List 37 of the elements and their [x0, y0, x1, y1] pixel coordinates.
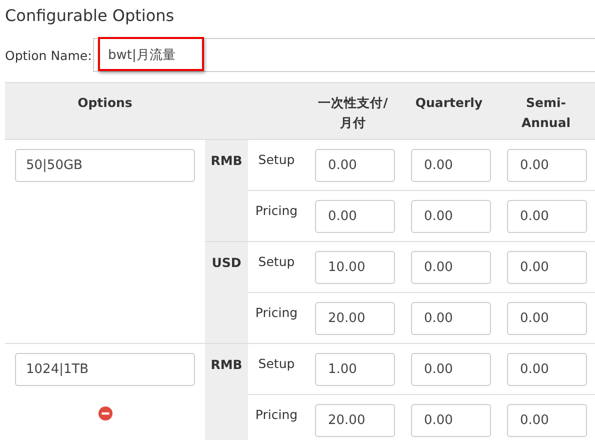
price-field[interactable]: 20.00	[315, 302, 395, 335]
column-header: 一次性支付/月付	[317, 94, 389, 132]
price-field[interactable]: 0.00	[411, 353, 491, 386]
price-field[interactable]: 0.00	[315, 149, 395, 182]
price-type-label: Setup	[258, 356, 295, 371]
price-field[interactable]: 0.00	[411, 149, 491, 182]
price-type-label: Pricing	[255, 203, 298, 218]
price-field[interactable]: 1.00	[315, 353, 395, 386]
price-field[interactable]: 0.00	[411, 302, 491, 335]
price-field[interactable]: 0.00	[507, 200, 587, 233]
price-type-label: Setup	[258, 254, 295, 269]
option-name-field[interactable]: bwt|月流量	[93, 38, 595, 72]
price-field[interactable]: 0.00	[411, 251, 491, 284]
column-header: Quarterly	[414, 94, 484, 112]
price-field[interactable]: 10.00	[315, 251, 395, 284]
option-value-field[interactable]: 1024|1TB	[15, 353, 195, 386]
currency-label: USD	[212, 255, 242, 270]
remove-icon[interactable]	[98, 406, 112, 421]
price-field[interactable]: 0.00	[315, 200, 395, 233]
price-field[interactable]: 0.00	[507, 251, 587, 284]
column-header: Semi-Annual	[520, 94, 572, 132]
price-type-label: Pricing	[255, 305, 298, 320]
currency-label: RMB	[210, 357, 242, 372]
option-name-label: Option Name:	[4, 48, 93, 62]
option-value-field[interactable]: 50|50GB	[15, 149, 195, 182]
price-field[interactable]: 0.00	[507, 149, 587, 182]
price-field[interactable]: 20.00	[315, 404, 395, 437]
price-field[interactable]: 0.00	[411, 200, 491, 233]
section-title: Configurable Options	[4, 5, 176, 26]
price-field[interactable]: 0.00	[507, 302, 587, 335]
currency-label: RMB	[210, 153, 242, 168]
column-header: Options	[5, 82, 205, 140]
price-field[interactable]: 0.00	[507, 353, 587, 386]
price-type-label: Setup	[258, 152, 295, 167]
price-type-label: Pricing	[255, 407, 298, 422]
price-field[interactable]: 0.00	[411, 404, 491, 437]
price-field[interactable]: 0.00	[507, 404, 587, 437]
